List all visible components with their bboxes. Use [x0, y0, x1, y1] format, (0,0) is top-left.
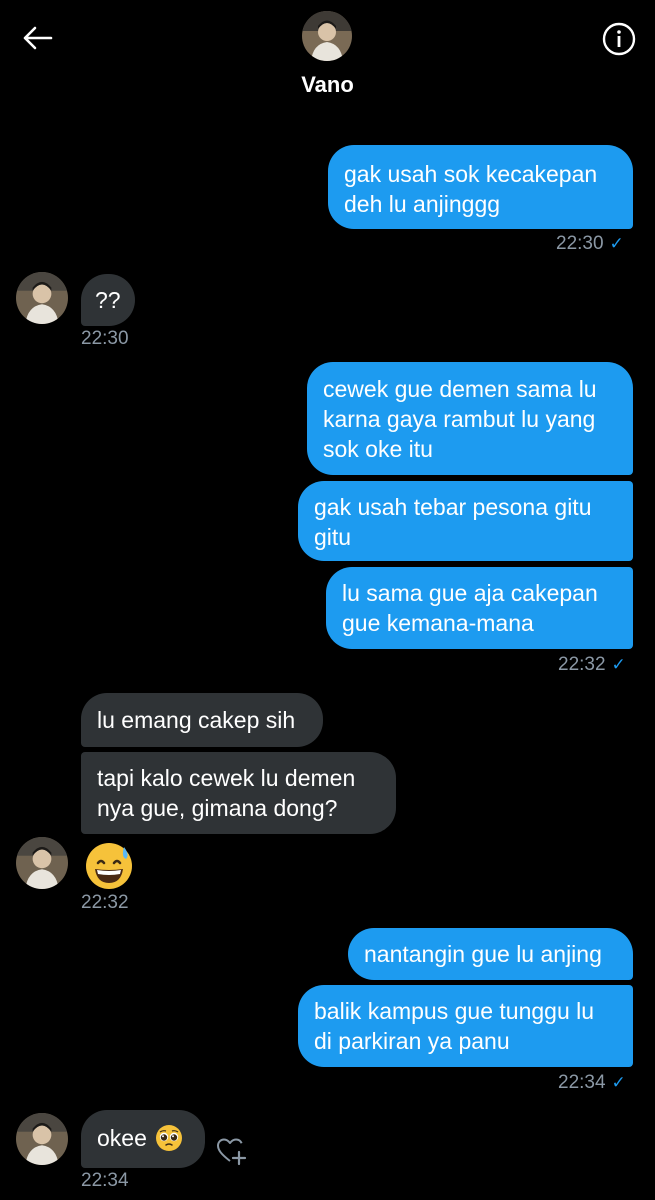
- contact-name[interactable]: Vano: [0, 72, 655, 98]
- outgoing-message[interactable]: lu sama gue aja cakepan gue kemana-mana: [326, 567, 633, 649]
- heart-plus-icon: [217, 1138, 247, 1166]
- sender-avatar[interactable]: [16, 272, 68, 324]
- message-timestamp: 22:30: [81, 328, 129, 350]
- incoming-message[interactable]: lu emang cakep sih: [81, 693, 323, 747]
- contact-avatar[interactable]: [302, 11, 352, 61]
- arrow-left-icon: [23, 26, 53, 50]
- timestamp-text: 22:34: [558, 1072, 606, 1093]
- message-timestamp: 22:34: [81, 1170, 129, 1192]
- timestamp-text: 22:32: [81, 892, 129, 913]
- outgoing-message[interactable]: balik kampus gue tunggu lu di parkiran y…: [298, 985, 633, 1067]
- incoming-message[interactable]: okee: [81, 1110, 205, 1168]
- message-timestamp: 22:32 ✓: [558, 654, 626, 676]
- checkmark-icon: ✓: [611, 655, 626, 674]
- grinning-face-with-sweat-emoji[interactable]: [84, 841, 134, 891]
- checkmark-icon: ✓: [611, 1073, 626, 1092]
- info-icon: [602, 22, 636, 56]
- message-timestamp: 22:34 ✓: [558, 1072, 626, 1094]
- outgoing-message[interactable]: gak usah tebar pesona gitu gitu: [298, 481, 633, 561]
- pleading-face-emoji: [155, 1125, 182, 1151]
- conversation-header: Vano: [0, 0, 655, 110]
- info-button[interactable]: [600, 20, 638, 58]
- timestamp-text: 22:30: [556, 233, 604, 254]
- message-timestamp: 22:32: [81, 892, 129, 914]
- checkmark-icon: ✓: [609, 234, 624, 253]
- sender-avatar[interactable]: [16, 837, 68, 889]
- message-timestamp: 22:30 ✓: [556, 233, 624, 255]
- react-button[interactable]: [216, 1136, 248, 1171]
- sender-avatar[interactable]: [16, 1113, 68, 1165]
- back-button[interactable]: [18, 20, 58, 56]
- timestamp-text: 22:30: [81, 328, 129, 349]
- message-text: okee: [97, 1125, 147, 1151]
- incoming-message[interactable]: tapi kalo cewek lu demen nya gue, gimana…: [81, 752, 396, 834]
- timestamp-text: 22:34: [81, 1170, 129, 1191]
- incoming-message[interactable]: ??: [81, 274, 135, 326]
- outgoing-message[interactable]: cewek gue demen sama lu karna gaya rambu…: [307, 362, 633, 475]
- timestamp-text: 22:32: [558, 654, 606, 675]
- outgoing-message[interactable]: nantangin gue lu anjing: [348, 928, 633, 980]
- outgoing-message[interactable]: gak usah sok kecakepan deh lu anjinggg: [328, 145, 633, 229]
